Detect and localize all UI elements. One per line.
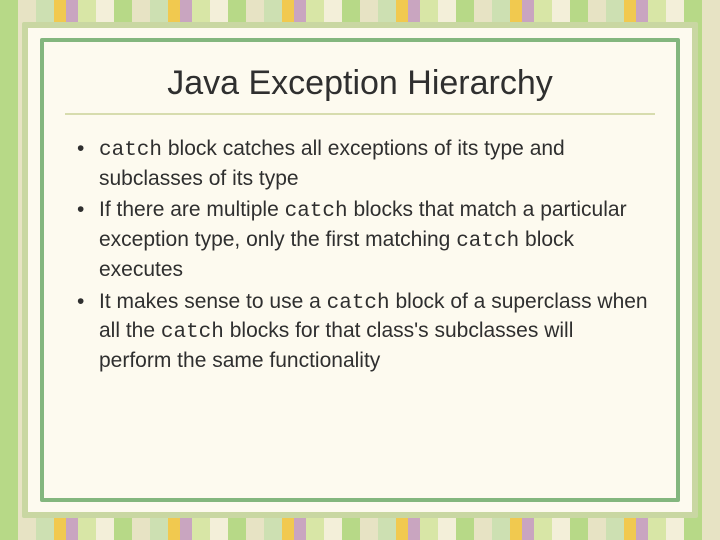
code-text: catch (161, 321, 224, 344)
bullet-list: catch block catches all exceptions of it… (65, 135, 655, 375)
bullet-item: It makes sense to use a catch block of a… (75, 288, 651, 375)
code-text: catch (285, 200, 348, 223)
bullet-item: catch block catches all exceptions of it… (75, 135, 651, 192)
slide-title: Java Exception Hierarchy (65, 58, 655, 115)
plain-text: block catches all exceptions of its type… (99, 137, 565, 190)
slide-content: Java Exception Hierarchy catch block cat… (55, 50, 665, 490)
code-text: catch (456, 230, 519, 253)
plain-text: If there are multiple (99, 198, 285, 221)
code-text: catch (327, 292, 390, 315)
bullet-item: If there are multiple catch blocks that … (75, 196, 651, 283)
plain-text: It makes sense to use a (99, 290, 327, 313)
code-text: catch (99, 139, 162, 162)
